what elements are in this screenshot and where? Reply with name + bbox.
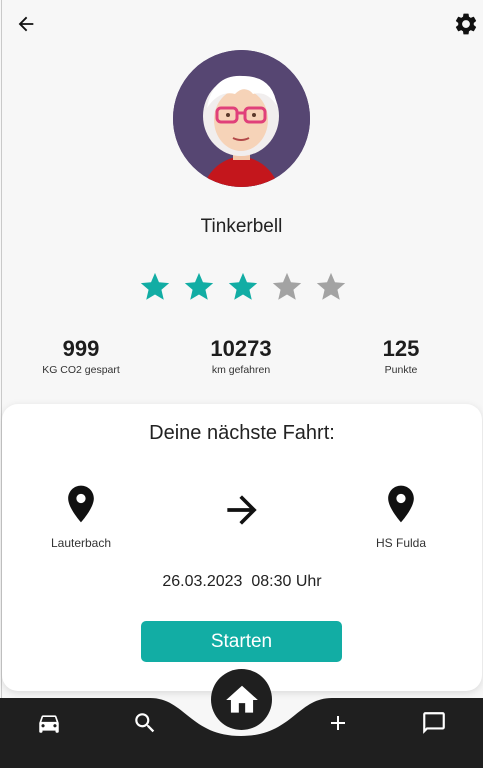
origin-location: Lauterbach [21, 478, 141, 550]
gear-icon [455, 13, 477, 35]
next-ride-card: Deine nächste Fahrt: Lauterbach HS Fulda… [2, 404, 482, 691]
stat-value: 125 [382, 336, 420, 361]
nav-home[interactable] [211, 669, 272, 730]
back-button[interactable] [12, 10, 40, 38]
star-filled-icon [228, 272, 257, 300]
stat-km: 10273 km gefahren [171, 336, 311, 376]
stat-label: KG CO2 gespart [42, 364, 120, 376]
start-button[interactable]: Starten [141, 621, 342, 662]
username: Tinkerbell [200, 216, 283, 237]
nav-rides[interactable] [31, 708, 67, 738]
nav-add[interactable] [320, 708, 356, 738]
next-ride-title: Deine nächste Fahrt: [149, 422, 335, 444]
star-filled-icon [184, 272, 213, 300]
nav-search[interactable] [127, 708, 163, 738]
car-icon [39, 715, 59, 733]
location-pin-icon [68, 485, 94, 523]
search-icon [135, 713, 155, 733]
stat-label: Punkte [384, 364, 418, 376]
nav-chat[interactable] [416, 708, 452, 738]
settings-button[interactable] [452, 10, 480, 38]
ride-datetime: 26.03.2023 08:30 Uhr [2, 573, 482, 591]
star-rating [0, 270, 483, 304]
star-empty-icon [316, 272, 345, 300]
origin-name: Lauterbach [50, 536, 112, 550]
location-pin-icon [388, 485, 414, 523]
stat-co2: 999 KG CO2 gespart [11, 336, 151, 376]
profile-screen: Tinkerbell 999 KG CO2 gespart 10273 km g… [0, 0, 483, 768]
avatar [173, 50, 310, 187]
ride-time: 08:30 Uhr [251, 573, 322, 590]
ride-date: 26.03.2023 [162, 573, 243, 590]
destination-location: HS Fulda [341, 478, 461, 550]
stat-value: 10273 [210, 336, 272, 361]
stat-label: km gefahren [211, 364, 271, 376]
stat-points: 125 Punkte [331, 336, 471, 376]
star-filled-icon [140, 272, 169, 300]
arrow-back-icon [18, 16, 34, 32]
plus-icon [331, 716, 345, 730]
stat-value: 999 [62, 336, 100, 361]
avatar-illustration [173, 50, 310, 187]
destination-name: HS Fulda [375, 536, 427, 550]
arrow-forward-icon [227, 495, 257, 525]
chat-icon [423, 712, 445, 734]
home-icon [225, 685, 258, 713]
star-empty-icon [272, 272, 301, 300]
